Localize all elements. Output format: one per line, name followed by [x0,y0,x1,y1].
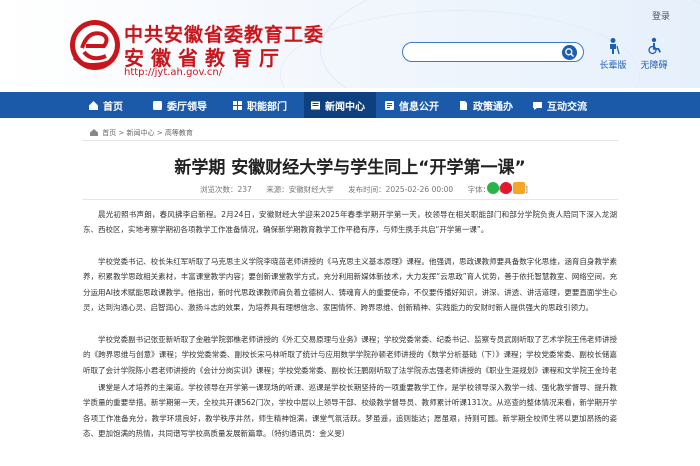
article-source: 来源：安徽财经大学 [266,185,334,194]
nav-label: 首页 [103,101,123,113]
info-icon [385,100,394,110]
article-date: 发布时间：2025-02-26 00:00 [348,185,454,194]
wechat-share-icon[interactable] [487,182,499,194]
nav-label: 政策通办 [473,101,513,113]
interaction-icon [533,101,542,110]
article-views: 浏览次数：237 [200,185,252,194]
site-logo-icon[interactable] [68,18,122,72]
breadcrumb-item-news[interactable]: 新闻中心 [127,129,155,137]
article-paragraph: 学校党委书记、校长朱红军听取了马克思主义学院李晓苗老师讲授的《马克思主义基本原理… [83,257,617,313]
favorite-icon[interactable] [513,182,525,194]
site-url: http://jyt.ah.gov.cn/ [124,67,223,78]
article-title: 新学期 安徽财经大学与学生同上“开学第一课” [174,158,526,178]
leaders-icon [153,100,162,110]
elder-icon [610,38,620,55]
nav-item-news[interactable]: 新闻中心 [304,92,376,118]
breadcrumb: 首页 > 新闻中心 > 高等教育 [90,128,193,138]
divider [82,199,618,200]
breadcrumb-separator: > [156,129,163,137]
tool-label: 无障碍 [640,61,668,71]
divider [82,140,618,141]
login-link[interactable]: 登录 [652,9,670,22]
home-icon [90,129,98,136]
nav-item-info[interactable]: 信息公开 [384,92,448,118]
nav-label: 信息公开 [399,101,439,113]
article-paragraph: 晨光初照书声朗，春风拂李启新程。2月24日，安徽财经大学迎来2025年春季学期开… [83,210,617,235]
nav-label: 互动交流 [547,101,587,113]
accessibility-icon [648,37,661,55]
nav-label: 新闻中心 [325,101,365,113]
policy-icon [460,100,467,110]
nav-item-home[interactable]: 首页 [88,92,140,118]
breadcrumb-item-higher-education[interactable]: 高等教育 [165,129,193,137]
elder-mode-button[interactable]: 长辈版 [593,37,633,71]
article-paragraph: 学校党委副书记张亚新听取了金融学院郭樵老师讲授的《外汇交易原理与业务》课程；学校… [83,335,617,375]
home-icon [89,100,98,110]
nav-label: 职能部门 [247,101,287,113]
article-paragraph: 课堂是人才培养的主渠道。学校领导在开学第一课现场的听课、巡课是学校长期坚持的一项… [83,383,617,439]
breadcrumb-item-home[interactable]: 首页 [102,129,116,137]
search-input[interactable] [402,42,584,62]
nav-item-interaction[interactable]: 互动交流 [532,92,602,118]
main-nav: 首页 委厅领导 职能部门 新闻中心 信息公开 政策通办 互动交流 [0,92,700,118]
nav-item-leaders[interactable]: 委厅领导 [152,92,216,118]
nav-item-departments[interactable]: 职能部门 [232,92,296,118]
weibo-share-icon[interactable] [500,182,512,194]
search-icon[interactable] [562,45,577,60]
nav-item-policy[interactable]: 政策通办 [458,92,522,118]
tool-label: 长辈版 [599,61,627,71]
nav-label: 委厅领导 [167,101,207,113]
news-icon [311,101,320,109]
departments-icon [233,100,242,110]
accessibility-button[interactable]: 无障碍 [634,37,674,71]
site-header: 中共安徽省委教育工委 安徽省教育厅 http://jyt.ah.gov.cn/ … [0,0,700,88]
breadcrumb-separator: > [118,129,125,137]
